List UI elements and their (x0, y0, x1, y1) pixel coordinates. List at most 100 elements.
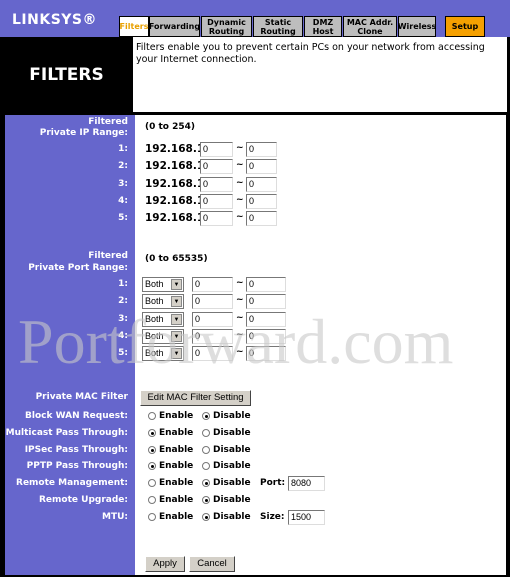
chevron-down-icon[interactable]: ▼ (171, 279, 182, 290)
tab-forwarding[interactable]: Forwarding (149, 16, 200, 37)
protocol-value: Both (145, 348, 164, 359)
disable-radio[interactable] (202, 512, 210, 521)
tab-filters[interactable]: Filters (119, 16, 149, 37)
tab-dmz-host[interactable]: DMZ Host (304, 16, 342, 37)
row-number: 2: (118, 296, 128, 307)
disable-radio[interactable] (202, 412, 210, 420)
protocol-select[interactable]: Both ▼ (142, 277, 184, 292)
extra-label: Port: (260, 478, 286, 489)
tilde: ~ (236, 295, 244, 306)
ip-prefix: 192.168.1. (145, 194, 209, 207)
port-from-input[interactable]: 0 (192, 277, 233, 292)
disable-radio[interactable] (202, 496, 210, 504)
tilde: ~ (236, 278, 244, 288)
disable-label: Disable (213, 444, 251, 455)
tilde: ~ (236, 312, 244, 323)
port-to-input[interactable]: 0 (246, 328, 286, 344)
port-from-input[interactable]: 0 (192, 328, 233, 344)
ip-prefix: 192.168.1. (145, 143, 209, 155)
port-input[interactable]: 8080 (288, 476, 325, 492)
chevron-down-icon[interactable]: ▼ (171, 348, 182, 360)
tilde: ~ (236, 143, 244, 153)
port-to-input[interactable]: 0 (246, 346, 286, 362)
option-label: Block WAN Request: (25, 411, 128, 421)
option-label: PPTP Pass Through: (26, 461, 128, 472)
enable-radio[interactable] (148, 412, 156, 420)
ip-from-input[interactable]: 0 (200, 211, 233, 227)
disable-radio[interactable] (202, 445, 210, 454)
option-label: Multicast Pass Through: (5, 427, 128, 438)
enable-radio[interactable] (148, 445, 156, 454)
disable-radio[interactable] (202, 428, 210, 437)
chevron-down-icon[interactable]: ▼ (171, 296, 182, 308)
row-number: 1: (118, 279, 128, 289)
edit-mac-filter-button[interactable]: Edit MAC Filter Setting (140, 390, 251, 406)
enable-label: Enable (159, 411, 194, 421)
port-range-label: Filtered (88, 251, 128, 261)
ip-to-input[interactable]: 0 (246, 142, 277, 157)
option-label: MTU: (101, 511, 128, 522)
row-number: 3: (118, 178, 128, 189)
ip-to-input[interactable]: 0 (246, 159, 277, 175)
ip-prefix: 192.168.1. (145, 212, 209, 225)
enable-radio[interactable] (148, 496, 156, 504)
port-to-input[interactable]: 0 (246, 277, 286, 292)
ip-prefix: 192.168.1. (145, 177, 209, 190)
ip-to-input[interactable]: 0 (246, 211, 277, 227)
disable-label: Disable (213, 427, 251, 438)
apply-button[interactable]: Apply (145, 556, 185, 572)
chevron-down-icon[interactable]: ▼ (171, 313, 182, 325)
ip-from-input[interactable]: 0 (200, 159, 233, 175)
tab-mac-addr-clone[interactable]: MAC Addr. Clone (343, 16, 397, 37)
disable-label: Disable (213, 511, 251, 522)
tilde: ~ (236, 212, 244, 223)
protocol-select[interactable]: Both ▼ (142, 346, 184, 362)
protocol-value: Both (145, 330, 164, 341)
enable-label: Enable (159, 444, 194, 455)
option-label: Remote Management: (16, 478, 128, 489)
mtu-size-input[interactable]: 1500 (288, 509, 325, 525)
port-range-hint: (0 to 65535) (145, 254, 208, 264)
enable-label: Enable (159, 427, 194, 438)
ip-range-label: Filtered (88, 117, 128, 127)
page-description: Filters enable you to prevent certain PC… (133, 37, 507, 112)
row-number: 3: (118, 313, 128, 324)
tab-dynamic-routing[interactable]: Dynamic Routing (201, 16, 252, 37)
protocol-select[interactable]: Both ▼ (142, 294, 184, 310)
cancel-button[interactable]: Cancel (189, 556, 235, 572)
ip-prefix: 192.168.1. (145, 160, 209, 173)
option-label: IPSec Pass Through: (24, 444, 128, 455)
row-number: 2: (118, 161, 128, 172)
port-from-input[interactable]: 0 (192, 346, 233, 362)
protocol-select[interactable]: Both ▼ (142, 328, 184, 344)
ip-from-input[interactable]: 0 (200, 193, 233, 209)
protocol-select[interactable]: Both ▼ (142, 311, 184, 327)
protocol-value: Both (145, 313, 164, 324)
extra-label: Size: (260, 511, 285, 522)
page-title: FILTERS (0, 37, 133, 112)
port-from-input[interactable]: 0 (192, 294, 233, 310)
enable-radio[interactable] (148, 428, 156, 437)
tab-setup[interactable]: Setup (445, 16, 485, 37)
enable-radio[interactable] (148, 512, 156, 521)
ip-to-input[interactable]: 0 (246, 193, 277, 209)
tilde: ~ (236, 329, 244, 340)
port-range-label: Private Port Range: (28, 263, 128, 273)
enable-label: Enable (159, 478, 194, 489)
tab-static-routing[interactable]: Static Routing (253, 16, 303, 37)
tilde: ~ (236, 194, 244, 205)
row-number: 5: (118, 348, 128, 359)
row-number: 1: (118, 144, 128, 154)
ip-to-input[interactable]: 0 (246, 176, 277, 192)
disable-label: Disable (213, 461, 251, 472)
port-from-input[interactable]: 0 (192, 311, 233, 327)
chevron-down-icon[interactable]: ▼ (171, 330, 182, 342)
tab-wireless[interactable]: Wireless (398, 16, 436, 37)
ip-from-input[interactable]: 0 (200, 142, 233, 157)
tilde: ~ (236, 160, 244, 171)
port-to-input[interactable]: 0 (246, 311, 286, 327)
ip-from-input[interactable]: 0 (200, 176, 233, 192)
port-to-input[interactable]: 0 (246, 294, 286, 310)
mac-filter-label: Private MAC Filter (35, 392, 128, 402)
label-column (5, 115, 135, 575)
